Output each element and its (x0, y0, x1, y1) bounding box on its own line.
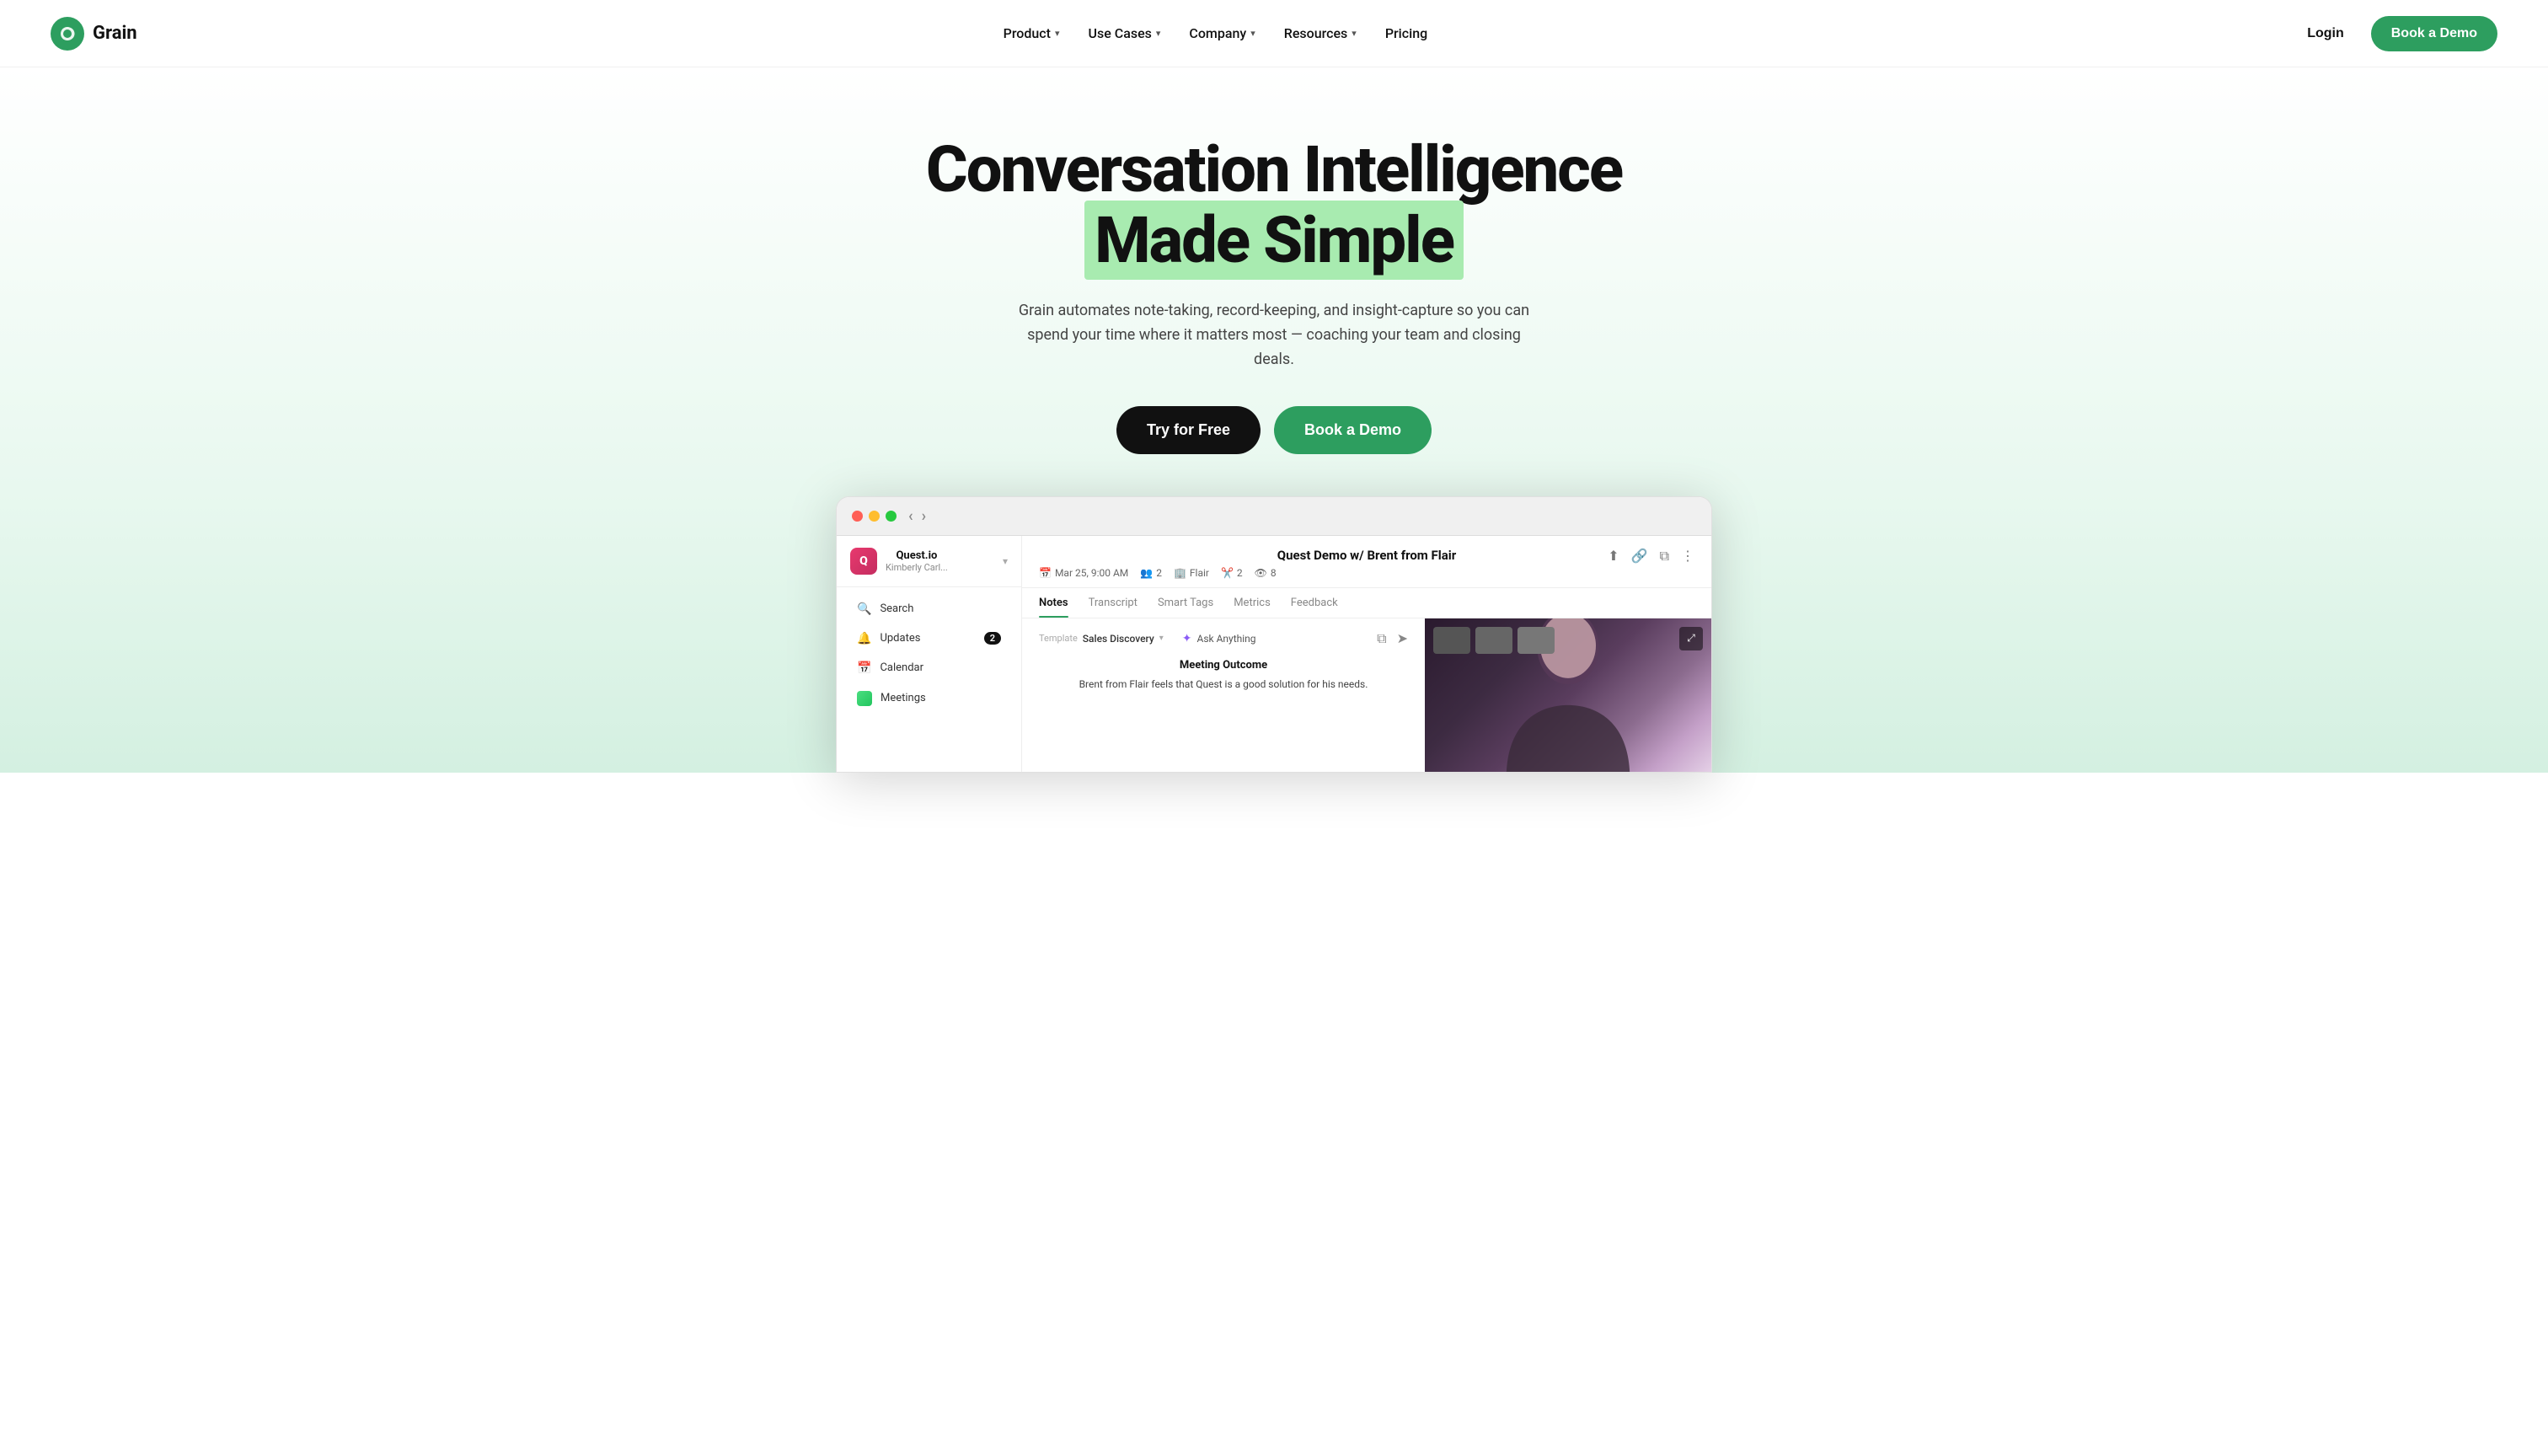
people-icon: 👥 (1140, 567, 1153, 579)
meeting-company: 🏢 Flair (1174, 567, 1209, 579)
ai-icon: ✦ (1182, 632, 1192, 645)
app-sidebar: Q Quest.io Kimberly Carl... ▾ 🔍 Search (837, 536, 1022, 772)
bell-icon: 🔔 (857, 632, 871, 645)
hero-section: Conversation Intelligence Made Simple Gr… (0, 67, 2548, 773)
meeting-notes: Template Sales Discovery ▾ ✦ Ask Anythin… (1022, 618, 1425, 772)
video-top-bar: ⤢ (1433, 627, 1703, 654)
video-expand-button[interactable]: ⤢ (1679, 627, 1703, 650)
sidebar-item-search[interactable]: 🔍 Search (843, 595, 1014, 624)
book-demo-nav-button[interactable]: Book a Demo (2371, 16, 2497, 51)
calendar-small-icon: 📅 (1039, 567, 1052, 579)
search-icon: 🔍 (857, 602, 871, 616)
browser-dots (852, 511, 897, 522)
brand-name: Grain (93, 23, 137, 44)
meeting-views: 👁 8 (1255, 567, 1277, 579)
tab-metrics[interactable]: Metrics (1234, 597, 1271, 618)
org-name: Quest.io (886, 549, 948, 562)
grain-logo-icon (51, 17, 84, 51)
forward-button[interactable]: › (922, 507, 926, 525)
meeting-attendees: 👥 2 (1140, 567, 1162, 579)
dot-green[interactable] (886, 511, 897, 522)
video-thumb-2 (1475, 627, 1512, 654)
meeting-date: 📅 Mar 25, 9:00 AM (1039, 567, 1128, 579)
sidebar-item-updates[interactable]: 🔔 Updates 2 (843, 624, 1014, 653)
book-demo-hero-button[interactable]: Book a Demo (1274, 406, 1432, 454)
dot-red[interactable] (852, 511, 863, 522)
calendar-icon: 📅 (857, 661, 871, 675)
company-icon: 🏢 (1174, 567, 1186, 579)
sidebar-item-calendar[interactable]: 📅 Calendar (843, 654, 1014, 682)
meeting-meta: 📅 Mar 25, 9:00 AM 👥 2 🏢 Flair (1039, 567, 1694, 579)
hero-subtitle: Grain automates note-taking, record-keep… (1013, 299, 1535, 372)
layers-icon[interactable]: ⧉ (1660, 548, 1669, 565)
copy-icon[interactable]: ⧉ (1377, 630, 1386, 647)
org-info: Quest.io Kimberly Carl... (886, 549, 948, 573)
tab-transcript[interactable]: Transcript (1089, 597, 1138, 618)
eye-icon: 👁 (1255, 567, 1267, 579)
chevron-down-icon: ▾ (1352, 28, 1357, 39)
org-icon: Q (850, 548, 877, 575)
chevron-template-icon: ▾ (1159, 634, 1164, 643)
try-free-button[interactable]: Try for Free (1116, 406, 1261, 454)
notes-toolbar: Template Sales Discovery ▾ ✦ Ask Anythin… (1039, 630, 1408, 647)
browser-toolbar: ‹ › (837, 497, 1711, 536)
dot-yellow[interactable] (869, 511, 880, 522)
video-placeholder: ⤢ (1425, 618, 1711, 772)
app-preview: ‹ › Q Quest.io Kimberly Carl... (811, 496, 1737, 773)
updates-badge: 2 (984, 632, 1001, 645)
chevron-down-icon: ▾ (1055, 28, 1060, 39)
chevron-down-icon: ▾ (1156, 28, 1161, 39)
app-content: Q Quest.io Kimberly Carl... ▾ 🔍 Search (837, 536, 1711, 772)
browser-window: ‹ › Q Quest.io Kimberly Carl... (836, 496, 1712, 773)
tab-feedback[interactable]: Feedback (1291, 597, 1338, 618)
notes-action-buttons: ⧉ ➤ (1377, 630, 1408, 647)
nav-item-product[interactable]: Product ▾ (992, 19, 1072, 48)
login-button[interactable]: Login (2294, 19, 2358, 48)
meeting-outcome-text: Brent from Flair feels that Quest is a g… (1039, 677, 1408, 692)
meeting-title: Quest Demo w/ Brent from Flair (1039, 548, 1694, 563)
meeting-header-icons: ⬆ 🔗 ⧉ ⋮ (1608, 548, 1694, 565)
sidebar-nav: 🔍 Search 🔔 Updates 2 📅 Calendar (837, 587, 1021, 721)
hero-title: Conversation Intelligence Made Simple (895, 135, 1653, 276)
meeting-tabs: Notes Transcript Smart Tags Metrics Feed… (1022, 588, 1711, 618)
template-selector[interactable]: Template Sales Discovery ▾ (1039, 633, 1164, 645)
navbar: Grain Product ▾ Use Cases ▾ Company ▾ Re… (0, 0, 2548, 67)
sidebar-chevron-icon: ▾ (1003, 555, 1008, 567)
ask-anything-button[interactable]: ✦ Ask Anything (1182, 632, 1256, 645)
clip-icon: ✂️ (1221, 567, 1234, 579)
back-button[interactable]: ‹ (908, 507, 913, 525)
tab-notes[interactable]: Notes (1039, 597, 1068, 618)
link-icon[interactable]: 🔗 (1631, 548, 1648, 564)
more-icon[interactable]: ⋮ (1681, 548, 1694, 564)
browser-nav-buttons: ‹ › (908, 507, 926, 525)
nav-item-resources[interactable]: Resources ▾ (1272, 19, 1368, 48)
video-person: ⤢ (1425, 618, 1711, 772)
nav-item-pricing[interactable]: Pricing (1373, 19, 1439, 48)
sidebar-header: Q Quest.io Kimberly Carl... ▾ (837, 536, 1021, 587)
meeting-body: Template Sales Discovery ▾ ✦ Ask Anythin… (1022, 618, 1711, 772)
video-thumb-3 (1518, 627, 1555, 654)
nav-item-company[interactable]: Company ▾ (1177, 19, 1266, 48)
send-icon[interactable]: ➤ (1397, 630, 1408, 647)
share-icon[interactable]: ⬆ (1608, 548, 1619, 564)
meetings-icon (857, 691, 872, 706)
nav-item-usecases[interactable]: Use Cases ▾ (1077, 19, 1173, 48)
hero-title-highlight: Made Simple (1084, 201, 1464, 280)
logo[interactable]: Grain (51, 17, 137, 51)
video-thumbnails (1433, 627, 1555, 654)
app-main: Quest Demo w/ Brent from Flair 📅 Mar 25,… (1022, 536, 1711, 772)
hero-cta: Try for Free Book a Demo (34, 406, 2514, 454)
tab-smart-tags[interactable]: Smart Tags (1158, 597, 1213, 618)
nav-links: Product ▾ Use Cases ▾ Company ▾ Resource… (992, 19, 1440, 48)
org-user: Kimberly Carl... (886, 562, 948, 573)
meeting-video: ⤢ (1425, 618, 1711, 772)
meeting-clips: ✂️ 2 (1221, 567, 1243, 579)
nav-actions: Login Book a Demo (2294, 16, 2497, 51)
sidebar-item-meetings[interactable]: Meetings (843, 683, 1014, 714)
chevron-down-icon: ▾ (1250, 28, 1255, 39)
meeting-outcome-title: Meeting Outcome (1039, 659, 1408, 672)
sidebar-org[interactable]: Q Quest.io Kimberly Carl... (850, 548, 948, 575)
meeting-header-wrapper: Quest Demo w/ Brent from Flair 📅 Mar 25,… (1022, 536, 1711, 588)
video-thumb-1 (1433, 627, 1470, 654)
